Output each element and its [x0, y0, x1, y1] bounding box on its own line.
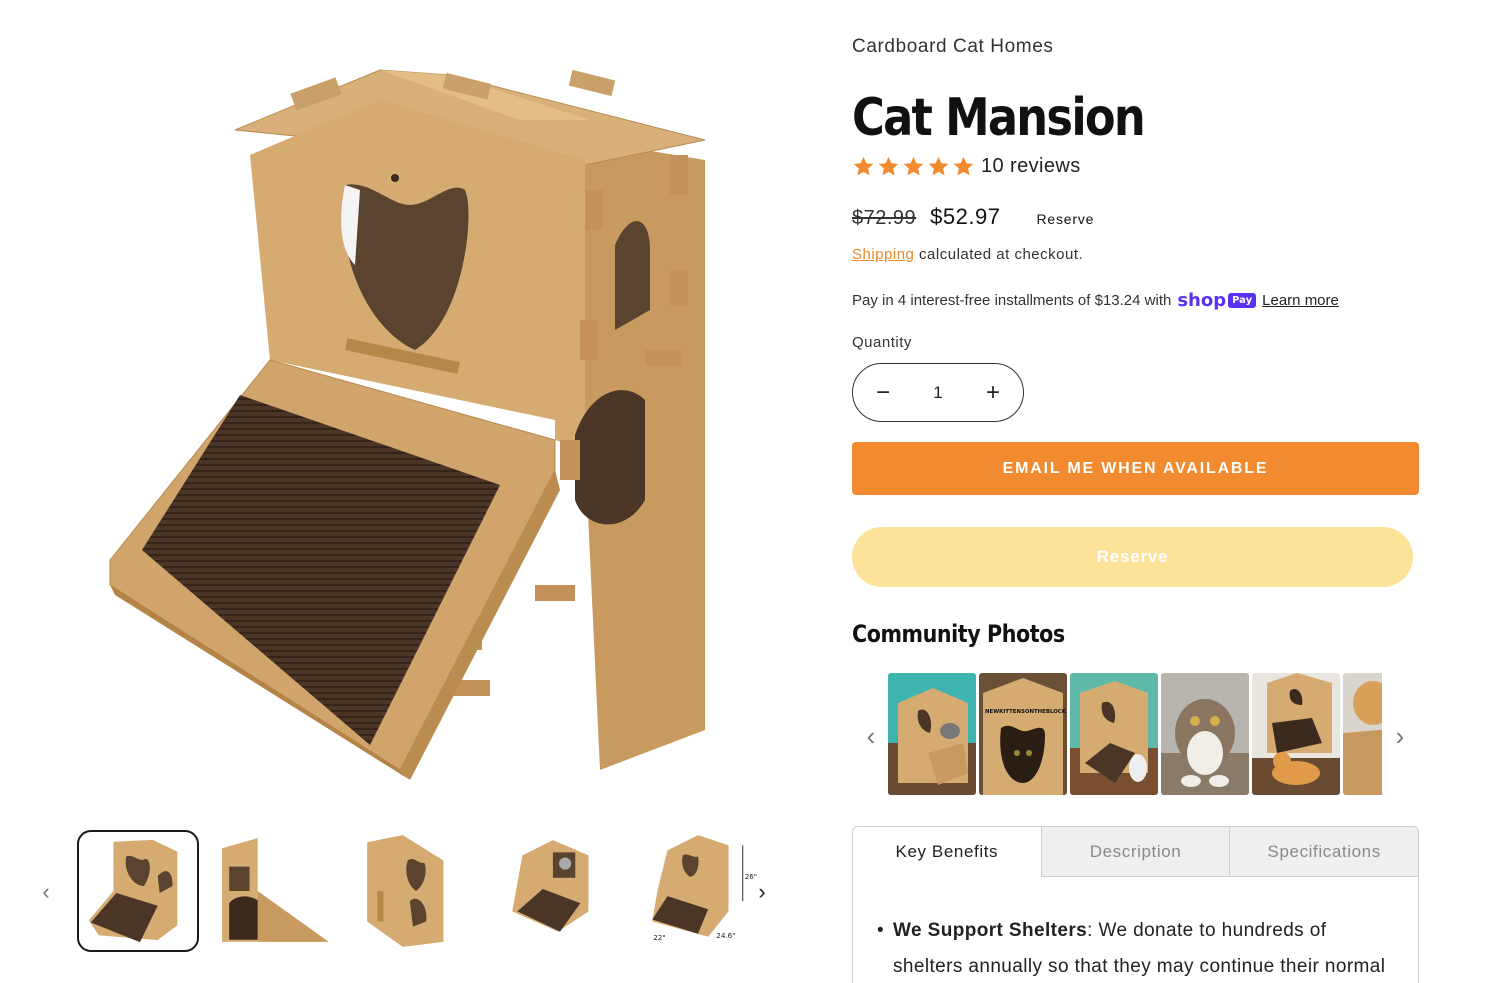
sale-price: $52.97: [930, 204, 1001, 229]
community-photo-4[interactable]: [1161, 673, 1249, 795]
community-photo-image: NEWKITTENSONTHEBLOCK: [979, 673, 1067, 795]
shipping-link[interactable]: Shipping: [852, 246, 914, 263]
thumbnail-image: [88, 839, 178, 943]
learn-more-link[interactable]: Learn more: [1262, 292, 1339, 309]
star-icon: [928, 156, 949, 176]
shop-logo-text: shop: [1177, 290, 1227, 311]
brand-name[interactable]: Cardboard Cat Homes: [852, 36, 1053, 58]
community-photos-viewport: NEWKITTENSONTHEBLOCK: [888, 673, 1382, 795]
product-title: Cat Mansion: [852, 88, 1146, 148]
shop-pay-badge: Pay: [1228, 293, 1257, 308]
main-product-image[interactable]: [70, 30, 770, 800]
thumbnail-5[interactable]: 26" 22" 24.6": [637, 830, 759, 952]
price-row: $72.99 $52.97 Reserve: [852, 204, 1094, 230]
shop-pay-logo: shop Pay: [1177, 290, 1257, 311]
rating[interactable]: 10 reviews: [852, 155, 1081, 178]
reviews-count-link[interactable]: 10 reviews: [981, 155, 1081, 178]
thumb-dim-depth: 24.6": [716, 931, 735, 940]
shipping-text: calculated at checkout.: [914, 246, 1084, 263]
reserve-badge: Reserve: [1036, 211, 1095, 227]
product-tabs: Key Benefits Description Specifications …: [852, 826, 1419, 983]
tab-list: Key Benefits Description Specifications: [853, 827, 1418, 877]
community-photo-5[interactable]: [1252, 673, 1340, 795]
quantity-label: Quantity: [852, 334, 912, 351]
community-next-arrow[interactable]: ›: [1389, 721, 1411, 752]
community-photo-image: [1161, 673, 1249, 795]
community-photo-image: [888, 673, 976, 795]
community-photo-1[interactable]: [888, 673, 976, 795]
thumbnail-4[interactable]: [497, 830, 619, 952]
shop-pay-installments: Pay in 4 interest-free installments of $…: [852, 290, 1339, 311]
benefit-title: We Support Shelters: [893, 920, 1088, 941]
reserve-button[interactable]: Reserve: [852, 527, 1413, 587]
star-icon: [878, 156, 899, 176]
community-photo-image: [1343, 673, 1382, 795]
thumbnail-3[interactable]: [357, 830, 479, 952]
thumb-dim-width: 22": [653, 933, 665, 942]
shipping-note: Shipping calculated at checkout.: [852, 246, 1083, 263]
tab-panel-key-benefits: We Support Shelters: We donate to hundre…: [853, 877, 1418, 983]
thumbnail-image: [222, 838, 329, 942]
cat-mansion-image: [109, 69, 706, 780]
quantity-stepper: − +: [852, 363, 1024, 422]
email-me-when-available-button[interactable]: EMAIL ME WHEN AVAILABLE: [852, 442, 1419, 495]
thumbnail-next-arrow[interactable]: ›: [750, 880, 774, 904]
star-icon: [953, 156, 974, 176]
community-photo-image: [1252, 673, 1340, 795]
quantity-input[interactable]: [908, 382, 968, 403]
community-photo-image: [1070, 673, 1158, 795]
community-photo-2[interactable]: NEWKITTENSONTHEBLOCK: [979, 673, 1067, 795]
compare-at-price: $72.99: [852, 207, 917, 229]
star-icon: [853, 156, 874, 176]
community-photos-carousel: ‹ NEWKITTENSONTHEBLOCK ›: [852, 673, 1422, 795]
community-photos-title: Community Photos: [852, 620, 1065, 648]
community-prev-arrow[interactable]: ‹: [860, 721, 882, 752]
thumbnail-strip: ‹ 26" 22" 24.6" ›: [30, 830, 790, 954]
thumbnail-image: [367, 835, 444, 947]
star-icon: [903, 156, 924, 176]
quantity-decrease-button[interactable]: −: [871, 380, 895, 405]
thumbnail-2[interactable]: [217, 830, 339, 952]
benefit-item: We Support Shelters: We donate to hundre…: [877, 913, 1396, 983]
tab-key-benefits[interactable]: Key Benefits: [853, 827, 1041, 877]
community-photo-6[interactable]: [1343, 673, 1382, 795]
thumbnail-image: [512, 840, 589, 932]
thumbnail-image: 26" 22" 24.6": [652, 835, 757, 942]
installments-text: Pay in 4 interest-free installments of $…: [852, 292, 1172, 309]
tab-description[interactable]: Description: [1040, 827, 1230, 877]
community-photo-2-text: NEWKITTENSONTHEBLOCK: [985, 709, 1067, 715]
thumbnail-prev-arrow[interactable]: ‹: [34, 880, 58, 904]
tab-specifications[interactable]: Specifications: [1229, 827, 1418, 877]
community-photo-3[interactable]: [1070, 673, 1158, 795]
quantity-increase-button[interactable]: +: [981, 380, 1005, 405]
star-rating: [852, 155, 975, 178]
thumbnail-1[interactable]: [77, 830, 199, 952]
